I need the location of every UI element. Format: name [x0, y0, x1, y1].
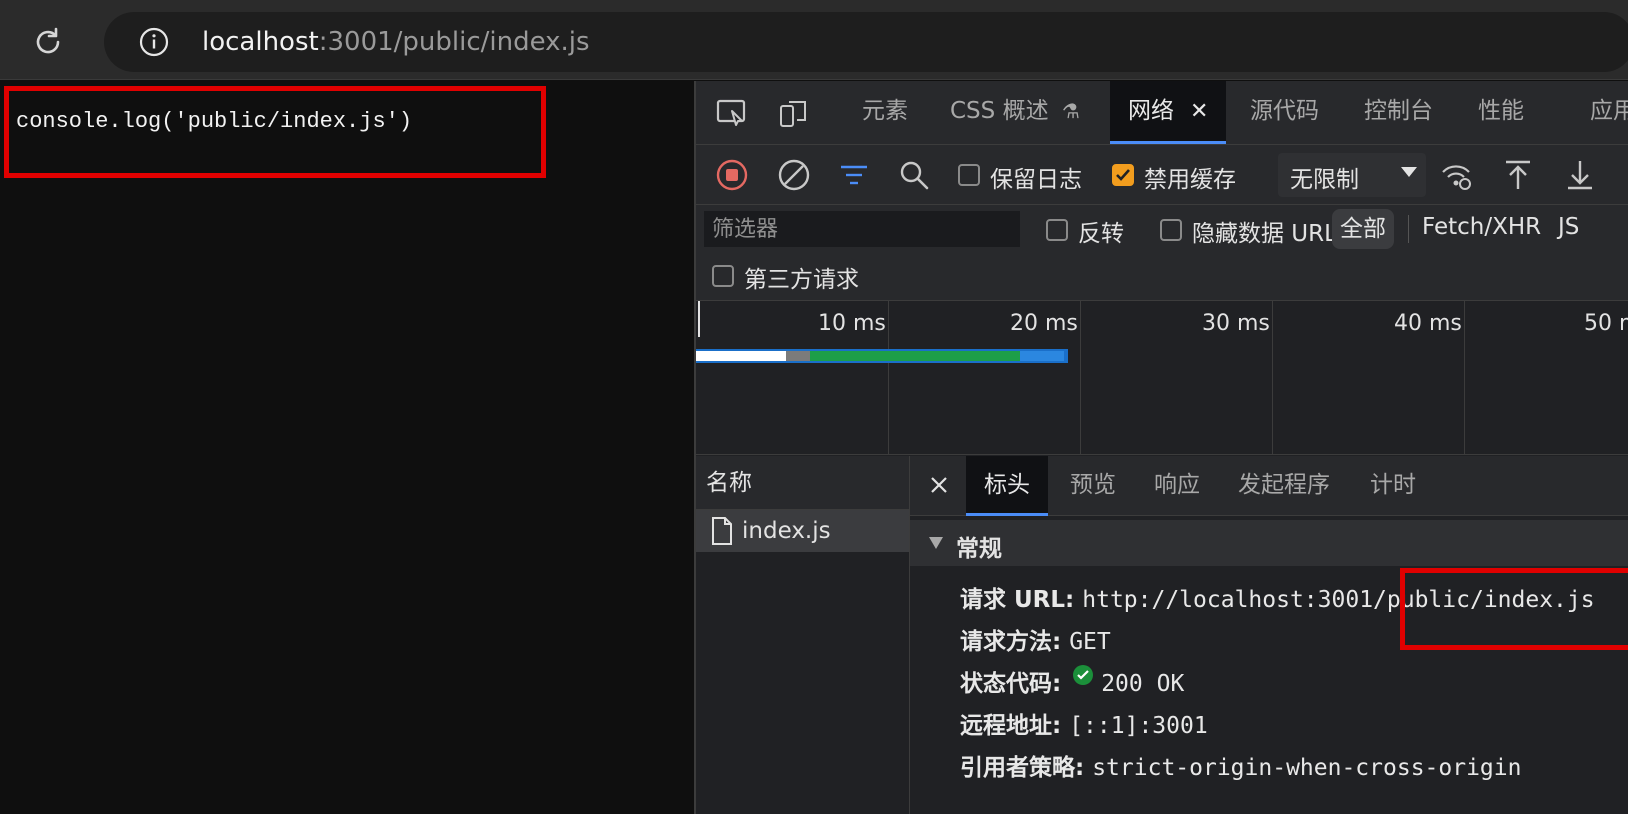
general-section-header[interactable]: 常规 — [910, 520, 1628, 566]
status-code-key: 状态代码: — [960, 671, 1062, 697]
disable-cache-label: 禁用缓存 — [1144, 167, 1236, 193]
tab-application[interactable]: 应用 — [1590, 81, 1628, 144]
invert-checkbox[interactable] — [1046, 219, 1068, 241]
filter-icon[interactable] — [836, 157, 872, 193]
tab-sources[interactable]: 源代码 — [1250, 81, 1319, 144]
network-toolbar: 保留日志 禁用缓存 无限制 — [696, 145, 1628, 205]
timing-bar-download — [1020, 351, 1064, 361]
grid-line — [1464, 301, 1465, 455]
third-party-label: 第三方请求 — [744, 267, 859, 293]
throttling-value: 无限制 — [1290, 167, 1359, 193]
page-viewport: console.log('public/index.js') — [0, 81, 694, 814]
general-section-title: 常规 — [956, 536, 1002, 562]
tab-css-overview[interactable]: CSS 概述 ⚗ — [950, 81, 1080, 144]
tab-initiator[interactable]: 发起程序 — [1238, 456, 1330, 516]
url-host: localhost — [202, 27, 319, 57]
flask-icon: ⚗ — [1061, 99, 1080, 123]
request-method-row: 请求方法: GET — [960, 622, 1111, 656]
clear-icon[interactable] — [776, 157, 812, 193]
tab-network[interactable]: 网络 ✕ — [1110, 81, 1227, 144]
address-bar[interactable]: localhost:3001/public/index.js — [104, 12, 1628, 72]
hide-data-url-checkbox[interactable] — [1160, 219, 1182, 241]
request-name: index.js — [742, 518, 831, 544]
grid-line — [888, 301, 889, 455]
timing-bar-queueing — [696, 351, 786, 361]
remote-address-key: 远程地址: — [960, 713, 1062, 739]
request-url-value: http://localhost:3001/public/index.js — [1082, 587, 1595, 613]
request-method-key: 请求方法: — [960, 629, 1062, 655]
throttling-select[interactable]: 无限制 — [1278, 153, 1426, 197]
info-icon[interactable] — [138, 26, 170, 58]
tick-label: 30 ms — [1202, 311, 1270, 336]
close-icon[interactable] — [924, 470, 954, 500]
request-url-row: 请求 URL: http://localhost:3001/public/inde… — [960, 580, 1595, 614]
status-code-row: 状态代码: 200 OK — [960, 664, 1184, 698]
preserve-log-checkbox[interactable] — [958, 164, 980, 186]
status-code-value: 200 OK — [1101, 671, 1185, 697]
divider — [1408, 215, 1409, 243]
network-conditions-icon[interactable] — [1438, 157, 1474, 193]
detail-tab-bar: 标头 预览 响应 发起程序 计时 — [910, 456, 1628, 516]
tab-response[interactable]: 响应 — [1154, 456, 1200, 516]
list-item[interactable]: index.js — [696, 510, 909, 552]
status-check-icon — [1073, 665, 1094, 685]
referrer-policy-value: strict-origin-when-cross-origin — [1092, 755, 1522, 781]
close-icon[interactable]: ✕ — [1190, 99, 1208, 124]
record-stop-icon[interactable] — [714, 157, 750, 193]
devtools-tab-bar: 元素 CSS 概述 ⚗ 网络 ✕ 源代码 控制台 性能 应用 — [696, 81, 1628, 145]
request-list: 名称 index.js — [696, 456, 910, 814]
request-url-key: 请求 URL: — [960, 587, 1075, 613]
type-filter-js[interactable]: JS — [1558, 214, 1579, 240]
referrer-policy-row: 引用者策略: strict-origin-when-cross-origin — [960, 748, 1521, 782]
remote-address-row: 远程地址: [::1]:3001 — [960, 706, 1208, 740]
request-details: 标头 预览 响应 发起程序 计时 常规 请求 URL: http://localh… — [910, 456, 1628, 814]
tick-label: 50 ms — [1584, 311, 1628, 336]
tab-elements[interactable]: 元素 — [862, 81, 908, 144]
tick-label: 10 ms — [818, 311, 886, 336]
disable-cache-checkbox[interactable] — [1112, 164, 1134, 186]
remote-address-value: [::1]:3001 — [1069, 713, 1208, 739]
name-column-header[interactable]: 名称 — [696, 456, 909, 510]
tick-label: 40 ms — [1394, 311, 1462, 336]
tab-timing[interactable]: 计时 — [1370, 456, 1416, 516]
timing-bar-stalled — [786, 351, 810, 361]
download-icon[interactable] — [1562, 157, 1598, 193]
tab-network-label: 网络 — [1128, 98, 1174, 124]
grid-line — [1080, 301, 1081, 455]
tab-preview[interactable]: 预览 — [1070, 456, 1116, 516]
tab-console[interactable]: 控制台 — [1364, 81, 1433, 144]
type-filter-all[interactable]: 全部 — [1332, 209, 1394, 249]
third-party-checkbox[interactable] — [712, 265, 734, 287]
preserve-log-label: 保留日志 — [990, 167, 1082, 193]
referrer-policy-key: 引用者策略: — [960, 755, 1085, 781]
browser-toolbar: localhost:3001/public/index.js — [0, 0, 1628, 80]
chevron-down-icon — [1401, 167, 1417, 177]
inspect-element-icon[interactable] — [714, 95, 750, 131]
url-text[interactable]: localhost:3001/public/index.js — [202, 26, 590, 58]
devtools-panel: 元素 CSS 概述 ⚗ 网络 ✕ 源代码 控制台 性能 应用 — [694, 81, 1628, 814]
upload-icon[interactable] — [1500, 157, 1536, 193]
timeline-start-marker — [698, 301, 700, 337]
device-toolbar-icon[interactable] — [776, 95, 812, 131]
invert-label: 反转 — [1078, 221, 1124, 247]
filter-bar: 反转 隐藏数据 URL 全部 Fetch/XHR JS 第三方请求 — [696, 205, 1628, 301]
grid-line — [1272, 301, 1273, 455]
tick-label: 20 ms — [1010, 311, 1078, 336]
tab-headers[interactable]: 标头 — [966, 456, 1048, 516]
timing-bar-waiting — [810, 351, 1020, 361]
reload-icon[interactable] — [28, 22, 68, 62]
url-path: :3001/public/index.js — [318, 27, 590, 57]
hide-data-url-label: 隐藏数据 URL — [1192, 221, 1337, 247]
page-source-text: console.log('public/index.js') — [16, 109, 413, 134]
file-icon — [712, 517, 732, 545]
triangle-down-icon — [929, 537, 943, 549]
tab-css-overview-label: CSS 概述 — [950, 98, 1049, 124]
timeline-overview[interactable]: 10 ms 20 ms 30 ms 40 ms 50 ms — [696, 301, 1628, 455]
filter-input[interactable] — [704, 211, 1020, 247]
tab-performance[interactable]: 性能 — [1478, 81, 1524, 144]
request-method-value: GET — [1069, 629, 1111, 655]
search-icon[interactable] — [896, 157, 932, 193]
type-filter-fetch[interactable]: Fetch/XHR — [1422, 214, 1541, 240]
